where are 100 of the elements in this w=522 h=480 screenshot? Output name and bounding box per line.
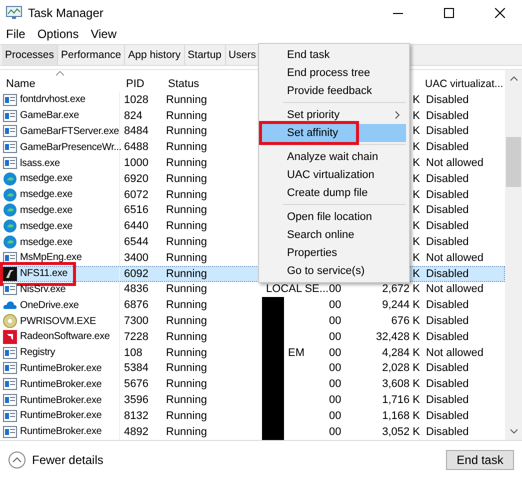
memory-cell-text: 2,028 K <box>381 362 421 374</box>
menu-title[interactable]: Options <box>37 27 79 41</box>
cpu-cell-text: 00 <box>328 362 342 374</box>
maximize-icon <box>444 8 454 18</box>
pid-cell-text: 8484 <box>123 125 150 138</box>
uac-cell-text: Not allowed <box>425 157 484 170</box>
status-cell-text: Running <box>165 204 208 216</box>
scrollbar[interactable] <box>505 70 522 440</box>
process-name: GameBarFTServer.exe <box>20 126 120 137</box>
uac-cell-text: Disabled <box>425 236 470 248</box>
process-row[interactable]: NisSrv.exe 4836 Running LOCAL SE...00 2,672 K Not allowed <box>0 282 505 298</box>
menu-title[interactable]: View <box>90 27 116 41</box>
pid-cell-text: 8132 <box>123 410 150 422</box>
menu-item[interactable]: Open file location <box>259 208 406 226</box>
pid-cell-text: 6488 <box>123 141 150 154</box>
status-cell-text: Running <box>165 410 208 422</box>
process-name: RuntimeBroker.exe <box>20 426 102 438</box>
memory-cell-text: 676 K <box>390 315 421 328</box>
pid-cell-text: 824 <box>123 110 144 122</box>
status-cell-text: Running <box>165 94 208 106</box>
process-row[interactable]: RuntimeBroker.exe 3596 Running 00 1,716 K Disabled <box>0 392 505 408</box>
uac-cell-text: Not allowed <box>425 283 484 296</box>
uac-cell-text: Disabled <box>425 110 470 122</box>
monitor-icon <box>6 6 22 20</box>
column-header[interactable]: Status <box>162 78 258 90</box>
uac-cell-text: Disabled <box>425 426 470 438</box>
pid-cell-text: 5676 <box>123 378 150 390</box>
process-name: Registry <box>20 347 56 358</box>
uac-cell-text: Disabled <box>425 220 470 232</box>
cpu-cell-text: 00 <box>328 394 342 406</box>
cloud-icon <box>3 300 17 310</box>
pid-cell-text: 6876 <box>123 299 150 312</box>
pid-cell-text: 6072 <box>123 188 150 201</box>
process-row[interactable]: RuntimeBroker.exe 5384 Running 00 2,028 K Disabled <box>0 360 505 376</box>
browser-icon <box>3 219 17 234</box>
status-cell-text: Running <box>165 110 208 122</box>
memory-cell-text: K <box>412 125 421 138</box>
menu-item[interactable]: Analyze wait chain <box>259 148 406 166</box>
window-title: Task Manager <box>28 6 104 20</box>
memory-cell-text: 9,244 K <box>381 299 421 312</box>
cpu-cell-text: 00 <box>328 330 342 343</box>
process-row[interactable]: RuntimeBroker.exe 5676 Running 00 3,608 K Disabled <box>0 376 505 392</box>
process-name: PWRISOVM.EXE <box>20 316 96 327</box>
pid-cell-text: 6440 <box>123 220 150 232</box>
menu-item[interactable]: Properties <box>259 244 406 262</box>
cpu-cell-text: 00 <box>328 299 342 312</box>
process-row[interactable]: PWRISOVM.EXE 7300 Running 00 676 K Disabled <box>0 313 505 329</box>
process-row[interactable]: Registry 108 Running EM 00 4,284 K Not allowed <box>0 344 505 361</box>
program-icon <box>3 426 17 438</box>
process-row[interactable]: OneDrive.exe 6876 Running 00 9,244 K Disabled <box>0 297 505 314</box>
column-header[interactable]: UAC virtualizat... <box>422 78 504 90</box>
pid-cell-text: 4892 <box>123 426 150 438</box>
process-row[interactable]: RadeonSoftware.exe 7228 Running 00 32,428 K Disabled <box>0 328 505 345</box>
tab[interactable]: App history <box>125 45 185 65</box>
scroll-up-icon[interactable] <box>510 76 518 81</box>
disc-icon <box>3 314 17 328</box>
menu-item[interactable]: UAC virtualization <box>259 166 406 184</box>
menu-item[interactable]: Set priority <box>259 106 406 124</box>
uac-cell-text: Disabled <box>425 268 470 280</box>
uac-cell-text: Disabled <box>425 315 470 328</box>
menu-item[interactable]: End process tree <box>259 64 406 82</box>
cpu-cell-text: 00 <box>328 346 342 359</box>
process-name: OneDrive.exe <box>20 300 79 311</box>
program-icon <box>3 125 17 138</box>
process-name: msedge.exe <box>20 236 72 248</box>
menu-title[interactable]: File <box>6 27 26 41</box>
process-row[interactable]: RuntimeBroker.exe 8132 Running 00 1,168 K Disabled <box>0 408 505 424</box>
status-cell-text: Running <box>165 252 208 264</box>
menu-item[interactable]: Search online <box>259 226 406 244</box>
radeon-icon <box>3 330 17 344</box>
menu-item[interactable]: Set affinity <box>259 124 406 142</box>
uac-cell-text: Disabled <box>425 125 470 138</box>
column-header[interactable]: PID <box>120 78 162 90</box>
program-icon <box>3 94 17 106</box>
process-name: fontdrvhost.exe <box>20 94 86 106</box>
tab[interactable]: Processes <box>2 45 58 65</box>
process-row[interactable]: RuntimeBroker.exe 4892 Running 00 3,052 K Disabled <box>0 424 505 440</box>
pid-cell-text: 3596 <box>123 394 150 406</box>
memory-cell-text: 3,608 K <box>381 378 421 390</box>
status-cell-text: Running <box>165 157 208 170</box>
program-icon <box>3 141 17 154</box>
memory-cell-text: 4,284 K <box>381 346 421 359</box>
pid-cell-text: 6092 <box>123 268 150 280</box>
uac-cell-text: Disabled <box>425 188 470 201</box>
program-icon <box>3 252 17 264</box>
fewer-details-link[interactable]: Fewer details <box>8 451 104 470</box>
end-task-button[interactable]: End task <box>446 450 514 470</box>
process-name: GameBarPresenceWr... <box>20 142 122 153</box>
browser-icon <box>3 188 17 202</box>
process-name: GameBar.exe <box>20 110 79 122</box>
scroll-thumb[interactable] <box>506 137 521 187</box>
status-cell-text: Running <box>165 188 208 201</box>
memory-cell-text: K <box>412 220 421 232</box>
column-header[interactable]: Name <box>0 78 120 90</box>
scroll-down-icon[interactable] <box>510 428 518 434</box>
menu-item[interactable]: End task <box>259 46 406 64</box>
memory-cell-text: K <box>412 141 421 154</box>
process-name: MsMpEng.exe <box>20 252 82 264</box>
menu-item[interactable]: Provide feedback <box>259 82 406 100</box>
menu-item[interactable]: Create dump file <box>259 184 406 202</box>
